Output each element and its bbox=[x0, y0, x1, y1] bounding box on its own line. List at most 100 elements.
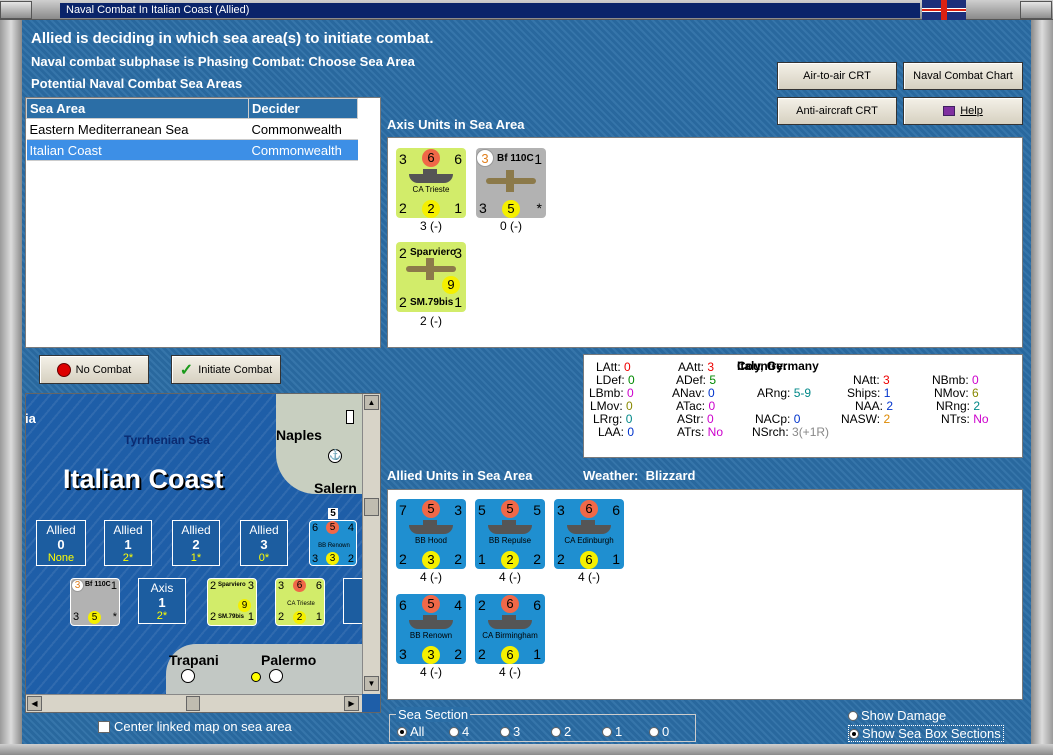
map-label-naples: Naples bbox=[276, 427, 322, 443]
sea-box-partial[interactable] bbox=[343, 578, 363, 624]
ship-silhouette-icon bbox=[409, 520, 453, 534]
sea-box-number: 5 bbox=[328, 508, 338, 519]
unit-counter-bf-110c[interactable]: 3 Bf 110C 1 3 5 * bbox=[476, 148, 546, 218]
scroll-down-icon[interactable]: ▼ bbox=[364, 676, 379, 691]
aircraft-silhouette-icon bbox=[406, 258, 456, 280]
show-sea-box-option[interactable]: Show Sea Box Sections bbox=[848, 725, 1004, 742]
ship-silhouette-icon bbox=[567, 520, 611, 534]
sea-area-list: Sea Area Decider Eastern Mediterranean Se… bbox=[25, 97, 381, 348]
port-icon bbox=[181, 669, 195, 683]
unit-label: 4 (-) bbox=[420, 665, 442, 679]
map-label-palermo: Palermo bbox=[261, 652, 317, 668]
sea-section-group: Sea Section All 4 3 2 1 0 bbox=[389, 707, 696, 742]
unit-counter-ca-birmingham[interactable]: 2 6 6 CA Birmingham 2 6 1 bbox=[475, 594, 545, 664]
radio-icon[interactable] bbox=[849, 729, 859, 739]
country-value: Italy, Germany bbox=[737, 359, 819, 373]
sea-section-all[interactable]: All bbox=[397, 724, 424, 739]
initiate-combat-button[interactable]: ✓ Initiate Combat bbox=[171, 355, 281, 384]
linked-map[interactable]: ia Tyrrhenian Sea Naples ⚓ Salern Italia… bbox=[25, 393, 381, 713]
sea-box-allied-3[interactable]: Allied 3 0* bbox=[240, 520, 288, 566]
axis-units-heading: Axis Units in Sea Area bbox=[387, 117, 525, 132]
no-combat-button[interactable]: No Combat bbox=[39, 355, 149, 384]
allied-units-panel: 7 5 3 BB Hood 2 3 2 4 (-) 5 5 5 BB Repul… bbox=[387, 489, 1023, 700]
sea-section-0[interactable]: 0 bbox=[649, 724, 669, 739]
map-counter-sm79bis[interactable]: 2 Sparviero 3 9 2 SM.79bis 1 bbox=[207, 578, 257, 626]
anchor-icon: ⚓ bbox=[328, 449, 342, 463]
ship-silhouette-icon bbox=[488, 615, 532, 629]
map-label-salerno: Salern bbox=[314, 480, 357, 496]
center-map-checkbox[interactable]: Center linked map on sea area bbox=[98, 719, 292, 734]
air-to-air-crt-button[interactable]: Air-to-air CRT bbox=[777, 62, 897, 90]
naval-combat-chart-button[interactable]: Naval Combat Chart bbox=[903, 62, 1023, 90]
unit-label: 4 (-) bbox=[420, 570, 442, 584]
unit-label: 4 (-) bbox=[499, 570, 521, 584]
unit-label: 3 (-) bbox=[420, 219, 442, 233]
weather-label: Weather: Blizzard bbox=[583, 468, 696, 483]
radio-icon[interactable] bbox=[397, 727, 407, 737]
city-marker-icon bbox=[251, 672, 261, 682]
map-counter-bf-110c[interactable]: 3 Bf 110C 1 3 5 * bbox=[70, 578, 120, 626]
frame-bottom bbox=[0, 744, 1053, 755]
map-label-sea: Tyrrhenian Sea bbox=[124, 433, 210, 447]
map-counter-ca-trieste[interactable]: 3 6 6 CA Trieste 2 2 1 bbox=[275, 578, 325, 626]
sea-section-3[interactable]: 3 bbox=[500, 724, 520, 739]
sea-section-1[interactable]: 1 bbox=[602, 724, 622, 739]
table-row-selected[interactable]: Italian Coast Commonwealth bbox=[26, 139, 358, 161]
scroll-up-icon[interactable]: ▲ bbox=[364, 395, 379, 410]
ship-silhouette-icon bbox=[488, 520, 532, 534]
unit-counter-bb-hood[interactable]: 7 5 3 BB Hood 2 3 2 bbox=[396, 499, 466, 569]
allied-units-heading: Allied Units in Sea Area bbox=[387, 468, 533, 483]
col-sea-area[interactable]: Sea Area bbox=[26, 98, 249, 119]
radio-icon[interactable] bbox=[848, 711, 858, 721]
map-counter-bb-renown[interactable]: 6 5 4 BB Renown 3 3 2 bbox=[309, 520, 357, 566]
unit-label: 2 (-) bbox=[420, 314, 442, 328]
unit-counter-ca-trieste[interactable]: 3 6 6 CA Trieste 2 2 1 bbox=[396, 148, 466, 218]
unit-label: 4 (-) bbox=[499, 665, 521, 679]
map-port-icon bbox=[346, 410, 354, 424]
map-sea-area-title: Italian Coast bbox=[63, 464, 224, 494]
frame-right bbox=[1031, 20, 1053, 755]
window-corner-left bbox=[0, 1, 32, 19]
scroll-left-icon[interactable]: ◀ bbox=[27, 696, 42, 711]
window-corner-right bbox=[1020, 1, 1052, 19]
frame-left bbox=[0, 20, 22, 755]
radio-icon[interactable] bbox=[551, 727, 561, 737]
help-button[interactable]: Help bbox=[903, 97, 1023, 125]
axis-units-panel: 3 6 6 CA Trieste 2 2 1 3 (-) 3 Bf 110C 1… bbox=[387, 137, 1023, 348]
sea-box-allied-0[interactable]: Allied 0 None bbox=[36, 520, 86, 566]
unit-counter-bb-repulse[interactable]: 5 5 5 BB Repulse 1 2 2 bbox=[475, 499, 545, 569]
aircraft-silhouette-icon bbox=[486, 170, 536, 192]
radio-icon[interactable] bbox=[649, 727, 659, 737]
scroll-right-icon[interactable]: ▶ bbox=[344, 696, 359, 711]
ship-silhouette-icon bbox=[409, 169, 453, 183]
table-row[interactable]: Eastern Mediterranean Sea Commonwealth bbox=[26, 118, 358, 140]
col-decider[interactable]: Decider bbox=[248, 98, 358, 119]
radio-icon[interactable] bbox=[500, 727, 510, 737]
horizontal-scroll-thumb[interactable] bbox=[186, 696, 200, 711]
map-horizontal-scrollbar[interactable]: ◀ ▶ bbox=[26, 694, 362, 712]
sea-box-axis-1[interactable]: Axis 1 2* bbox=[138, 578, 186, 624]
sea-areas-heading: Potential Naval Combat Sea Areas bbox=[31, 76, 243, 91]
unit-counter-bb-renown[interactable]: 6 5 4 BB Renown 3 3 2 bbox=[396, 594, 466, 664]
map-vertical-scrollbar[interactable]: ▲ ▼ bbox=[362, 394, 380, 694]
unit-stats-panel: LAtt: 0 LDef: 0 LBmb: 0 LMov: 0 LRrg: 0 … bbox=[583, 354, 1023, 458]
port-icon bbox=[269, 669, 283, 683]
unit-label: 0 (-) bbox=[500, 219, 522, 233]
show-damage-option[interactable]: Show Damage bbox=[848, 708, 946, 723]
sea-section-2[interactable]: 2 bbox=[551, 724, 571, 739]
unit-label: 4 (-) bbox=[578, 570, 600, 584]
unit-counter-sm79bis[interactable]: 2 Sparviero 3 9 2 SM.79bis 1 bbox=[396, 242, 466, 312]
vertical-scroll-thumb[interactable] bbox=[364, 498, 379, 516]
radio-icon[interactable] bbox=[449, 727, 459, 737]
radio-icon[interactable] bbox=[602, 727, 612, 737]
sea-box-allied-2[interactable]: Allied 2 1* bbox=[172, 520, 220, 566]
sea-box-allied-1[interactable]: Allied 1 2* bbox=[104, 520, 152, 566]
map-land-campania bbox=[276, 394, 362, 494]
no-entry-icon bbox=[56, 362, 71, 377]
sea-section-legend: Sea Section bbox=[396, 707, 471, 722]
checkbox-box[interactable] bbox=[98, 721, 110, 733]
unit-counter-ca-edinburgh[interactable]: 3 6 6 CA Edinburgh 2 6 1 bbox=[554, 499, 624, 569]
weather-value: Blizzard bbox=[645, 468, 696, 483]
sea-section-4[interactable]: 4 bbox=[449, 724, 469, 739]
anti-aircraft-crt-button[interactable]: Anti-aircraft CRT bbox=[777, 97, 897, 125]
